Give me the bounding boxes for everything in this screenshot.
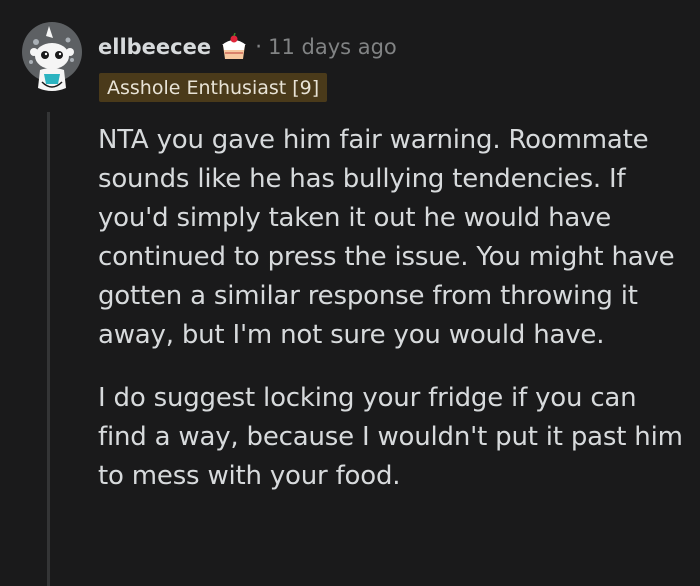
timestamp-link[interactable]: 11 days ago (268, 35, 397, 59)
user-avatar-icon[interactable] (22, 22, 82, 96)
comment-meta: ellbeecee · 11 days ago (98, 32, 397, 62)
comment-paragraph: NTA you gave him fair warning. Roommate … (98, 125, 675, 350)
cake-icon (219, 32, 249, 61)
user-flair: Asshole Enthusiast [9] (99, 73, 328, 102)
username-link[interactable]: ellbeecee (98, 35, 211, 59)
meta-separator: · (255, 34, 263, 60)
comment-paragraph: I do suggest locking your fridge if you … (98, 383, 683, 491)
comment-body: NTA you gave him fair warning. Roommate … (98, 121, 683, 520)
comment: ellbeecee · 11 days ago Asshole Enthusia… (0, 0, 700, 586)
thread-collapse-line[interactable] (47, 112, 50, 586)
